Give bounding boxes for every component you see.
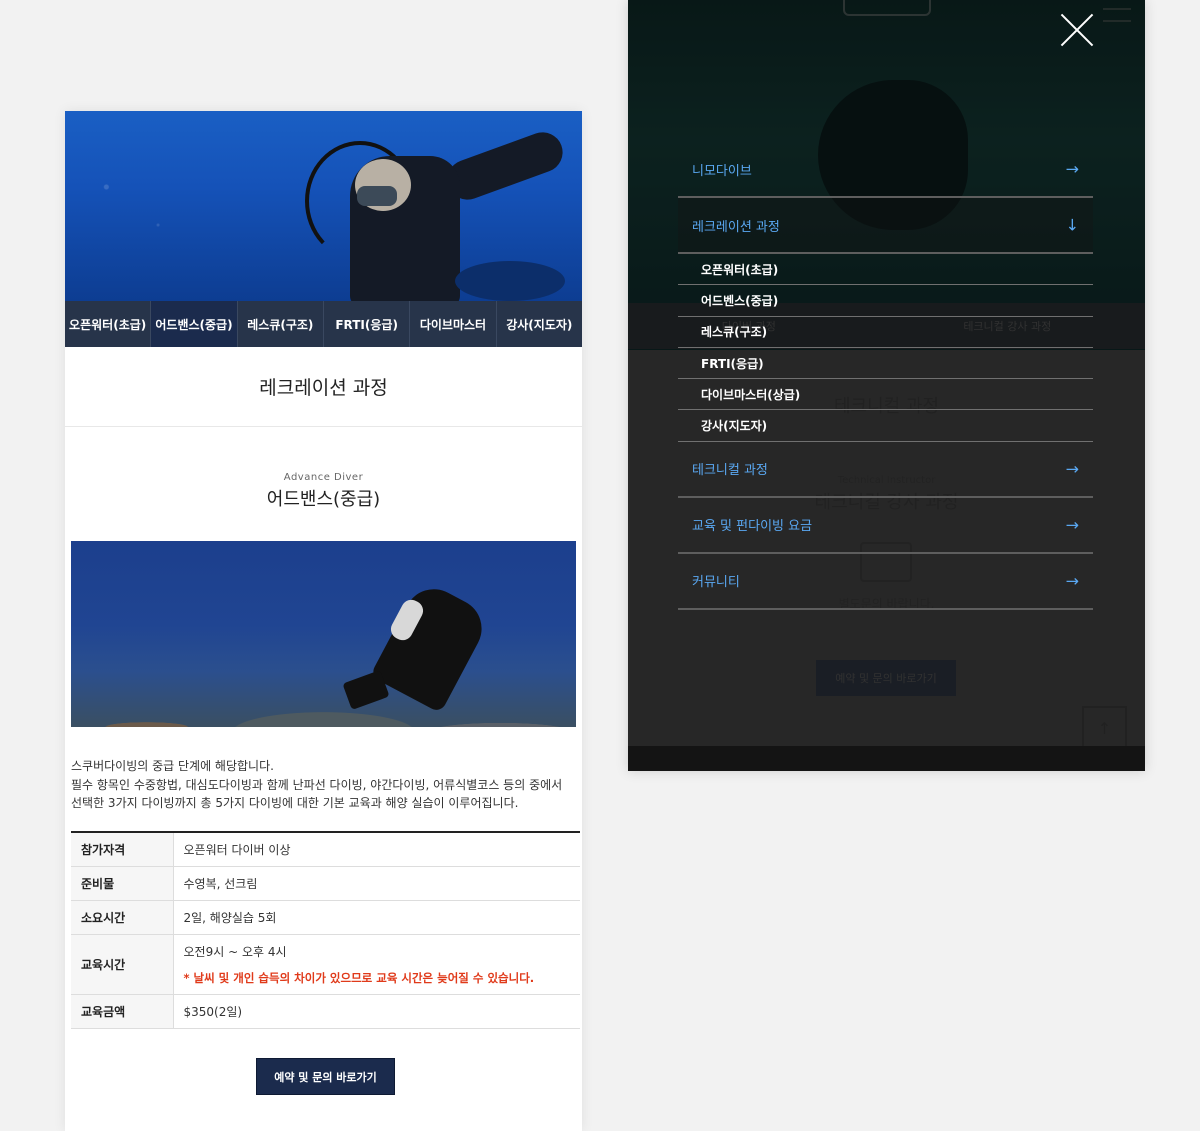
row-label-price: 교육금액 xyxy=(71,994,174,1029)
hero-diver-fin xyxy=(455,261,565,301)
row-label-supplies: 준비물 xyxy=(71,866,174,901)
photo-reef xyxy=(71,677,576,727)
arrow-down-icon: ↓ xyxy=(1065,215,1079,235)
course-subtabs: 오픈워터(초급) 어드밴스(중급) 레스큐(구조) FRTI(응급) 다이브마스… xyxy=(65,301,582,347)
hours-value: 오전9시 ~ 오후 4시 xyxy=(183,944,287,959)
course-subtitle: Advance Diver xyxy=(283,472,364,483)
arrow-right-icon: → xyxy=(1065,459,1079,479)
menu-item-nemodive[interactable]: 니모다이브 → xyxy=(678,142,1093,198)
section-title: 레크레이션 과정 xyxy=(65,347,582,427)
submenu-item-frti[interactable]: FRTI(응급) xyxy=(678,348,1093,380)
book-inquiry-button[interactable]: 예약 및 문의 바로가기 xyxy=(256,1058,395,1095)
hours-warning-note: * 날씨 및 개인 습득의 차이가 있으므로 교육 시간은 늦어질 수 있습니다… xyxy=(183,970,535,985)
table-row: 교육시간 오전9시 ~ 오후 4시 * 날씨 및 개인 습득의 차이가 있으므로… xyxy=(71,934,580,995)
menu-item-pricing[interactable]: 교육 및 펀다이빙 요금 → xyxy=(678,498,1093,554)
row-value-supplies: 수영복, 선크림 xyxy=(173,866,580,901)
table-row: 소요시간 2일, 해양실습 5회 xyxy=(71,900,580,935)
row-value-price: $350(2일) xyxy=(173,994,580,1029)
close-icon[interactable] xyxy=(1059,12,1095,48)
subtab-openwater[interactable]: 오픈워터(초급) xyxy=(65,301,152,347)
arrow-right-icon: → xyxy=(1065,159,1079,179)
subtab-instructor[interactable]: 강사(지도자) xyxy=(497,301,582,347)
menu-item-community[interactable]: 커뮤니티 → xyxy=(678,554,1093,610)
table-row: 참가자격 오픈워터 다이버 이상 xyxy=(71,831,580,867)
course-description: 스쿠버다이빙의 중급 단계에 해당합니다. 필수 항목인 수중항법, 대심도다이… xyxy=(71,757,576,813)
course-info-table: 참가자격 오픈워터 다이버 이상 준비물 수영복, 선크림 소요시간 2일, 해… xyxy=(71,830,580,1029)
submenu-item-openwater[interactable]: 오픈워터(초급) xyxy=(678,254,1093,286)
submenu-item-advance[interactable]: 어드벤스(중급) xyxy=(678,285,1093,317)
hero-diver-mask xyxy=(357,186,397,206)
menu-item-label: 커뮤니티 xyxy=(692,575,740,591)
menu-item-label: 테크니컬 과정 xyxy=(692,463,768,479)
menu-item-label: 교육 및 펀다이빙 요금 xyxy=(692,519,813,535)
description-line-1: 스쿠버다이빙의 중급 단계에 해당합니다. xyxy=(71,759,274,773)
course-title: 어드밴스(중급) xyxy=(266,489,381,510)
subtab-frti[interactable]: FRTI(응급) xyxy=(324,301,411,347)
slide-menu: 니모다이브 → 레크레이션 과정 ↓ 오픈워터(초급) 어드벤스(중급) 레스큐… xyxy=(678,142,1093,610)
submenu-item-divemaster[interactable]: 다이브마스터(상급) xyxy=(678,379,1093,411)
menu-item-label: 니모다이브 xyxy=(692,163,752,179)
row-value-hours: 오전9시 ~ 오후 4시 * 날씨 및 개인 습득의 차이가 있으므로 교육 시… xyxy=(173,934,580,995)
row-value-duration: 2일, 해양실습 5회 xyxy=(173,900,580,935)
subtab-advance[interactable]: 어드밴스(중급) xyxy=(151,301,238,347)
course-page-screen: 오픈워터(초급) 어드밴스(중급) 레스큐(구조) FRTI(응급) 다이브마스… xyxy=(65,111,582,1131)
submenu-item-rescue[interactable]: 레스큐(구조) xyxy=(678,317,1093,348)
subtab-divemaster[interactable]: 다이브마스터 xyxy=(410,301,497,347)
submenu-item-instructor[interactable]: 강사(지도자) xyxy=(678,410,1093,442)
description-line-2: 필수 항목인 수중항법, 대심도다이빙과 함께 난파선 다이빙, 야간다이빙, … xyxy=(71,777,563,811)
arrow-right-icon: → xyxy=(1065,571,1079,591)
subtab-rescue[interactable]: 레스큐(구조) xyxy=(238,301,324,347)
menu-item-technical[interactable]: 테크니컬 과정 → xyxy=(678,442,1093,498)
menu-item-label: 레크레이션 과정 xyxy=(692,219,780,235)
course-photo-diver xyxy=(71,541,576,727)
row-value-eligibility: 오픈워터 다이버 이상 xyxy=(173,831,580,867)
hero-image-diver xyxy=(65,111,582,301)
recreation-submenu: 오픈워터(초급) 어드벤스(중급) 레스큐(구조) FRTI(응급) 다이브마스… xyxy=(678,254,1093,442)
table-row: 교육금액 $350(2일) xyxy=(71,994,580,1029)
arrow-right-icon: → xyxy=(1065,515,1079,535)
table-row: 준비물 수영복, 선크림 xyxy=(71,866,580,901)
menu-item-recreation[interactable]: 레크레이션 과정 ↓ xyxy=(678,198,1093,254)
row-label-eligibility: 참가자격 xyxy=(71,831,174,867)
row-label-duration: 소요시간 xyxy=(71,900,174,935)
row-label-hours: 교육시간 xyxy=(71,934,174,995)
